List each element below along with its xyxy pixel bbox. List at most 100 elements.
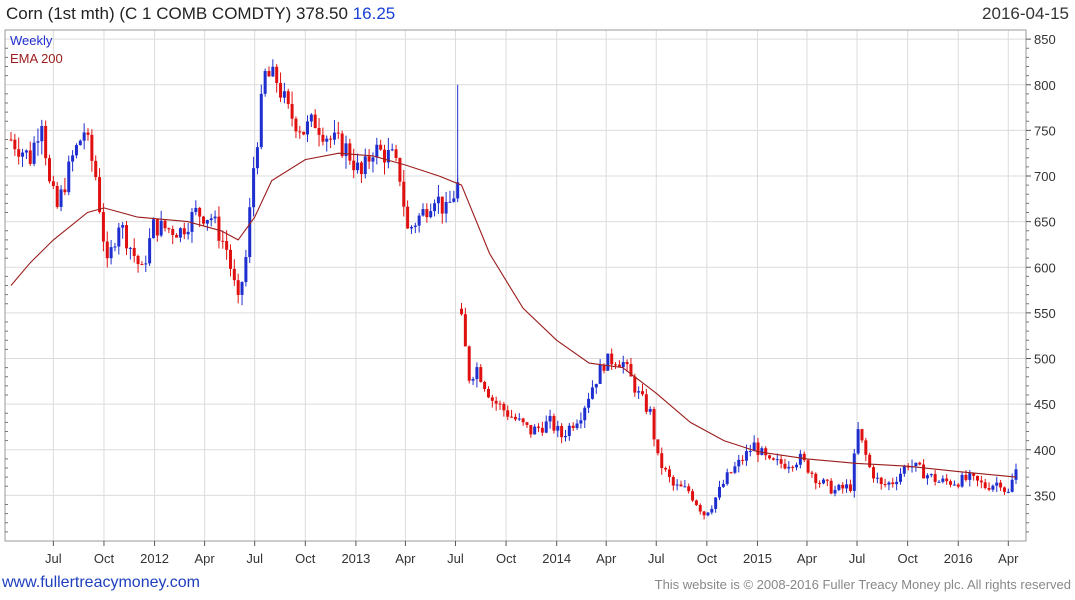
candle <box>779 455 783 469</box>
candle-body <box>802 453 806 461</box>
candle <box>359 160 363 184</box>
candle <box>78 139 82 146</box>
candle-body <box>560 426 564 438</box>
candle-body <box>872 467 876 479</box>
candle <box>864 437 868 461</box>
candle <box>159 210 163 238</box>
candle-body <box>922 464 926 479</box>
candle-body <box>721 483 725 487</box>
candle <box>40 119 44 155</box>
candle-body <box>810 472 814 474</box>
candle-body <box>806 460 810 473</box>
candle-body <box>494 400 498 404</box>
x-tick-label: Oct <box>697 551 718 566</box>
candle <box>317 118 321 147</box>
candle-body <box>267 71 271 77</box>
candle-body <box>918 462 922 465</box>
candle-body <box>517 418 521 420</box>
candle <box>109 240 113 265</box>
candle <box>825 479 829 487</box>
candle-body <box>205 220 209 224</box>
candle <box>891 477 895 488</box>
candle-body <box>533 426 537 435</box>
candle <box>332 119 336 145</box>
y-tick-label: 500 <box>1034 352 1056 367</box>
candle <box>63 177 67 196</box>
y-tick-label: 850 <box>1034 32 1056 47</box>
candle <box>305 115 309 142</box>
candle-body <box>879 477 883 485</box>
candle <box>795 462 799 471</box>
candle <box>925 473 929 485</box>
candle <box>394 144 398 162</box>
candle-body <box>868 454 872 468</box>
candle-body <box>587 398 591 408</box>
candle <box>733 461 737 475</box>
candle <box>175 233 179 238</box>
site-link[interactable]: www.fullertreacymoney.com <box>2 574 200 592</box>
candle-body <box>652 409 656 440</box>
candle <box>872 465 876 483</box>
candle-body <box>544 421 548 433</box>
candle-body <box>448 201 452 203</box>
candle-body <box>140 264 144 266</box>
candle <box>552 413 556 434</box>
candle <box>32 136 36 167</box>
candle-body <box>325 138 329 142</box>
candle-body <box>575 423 579 429</box>
candle-body <box>9 139 13 141</box>
candle <box>945 474 949 485</box>
candle <box>718 480 722 501</box>
candle <box>375 137 379 165</box>
candle-body <box>359 162 363 175</box>
candle-body <box>28 150 32 164</box>
candle <box>125 221 129 256</box>
candle <box>548 409 552 429</box>
candle <box>59 185 63 212</box>
candle-body <box>475 367 479 380</box>
candle-body <box>433 203 437 212</box>
y-tick-label: 650 <box>1034 215 1056 230</box>
candle-body <box>467 346 471 381</box>
candle <box>255 142 259 175</box>
candle-body <box>513 416 517 420</box>
candle-body <box>679 484 683 487</box>
x-tick-label: 2012 <box>140 551 169 566</box>
candle <box>363 148 367 179</box>
candle <box>949 479 953 488</box>
candle-body <box>814 473 818 484</box>
candle-body <box>356 162 360 171</box>
candle-body <box>748 451 752 453</box>
x-tick-label: Oct <box>898 551 919 566</box>
candle-body <box>336 132 340 134</box>
candle <box>667 465 671 483</box>
candle-body <box>640 391 644 395</box>
candle-body <box>317 128 321 135</box>
candle-body <box>648 409 652 412</box>
candle-body <box>379 144 383 150</box>
candle-body <box>398 158 402 182</box>
candle-body <box>625 362 629 365</box>
candle-body <box>598 364 602 384</box>
candle <box>521 417 525 426</box>
candle-body <box>875 477 879 479</box>
candle-body <box>671 477 675 486</box>
candle-body <box>59 189 63 207</box>
candle <box>567 423 571 441</box>
candle <box>490 394 494 408</box>
candle <box>132 238 136 263</box>
candle <box>995 476 999 493</box>
candle-body <box>925 475 929 479</box>
candle <box>979 475 983 489</box>
candle-body <box>36 141 40 143</box>
price-chart: 350 400 450 500 550 600 650 700 750 800 850 Jul Oct 2… <box>4 29 1056 566</box>
candle <box>571 422 575 431</box>
candle-body <box>975 475 979 481</box>
candle-body <box>845 484 849 489</box>
candle <box>313 109 317 129</box>
y-tick-label: 600 <box>1034 260 1056 275</box>
candle <box>960 471 964 488</box>
candle <box>787 461 791 474</box>
x-tick-label: Apr <box>797 551 818 566</box>
candle <box>687 483 691 494</box>
